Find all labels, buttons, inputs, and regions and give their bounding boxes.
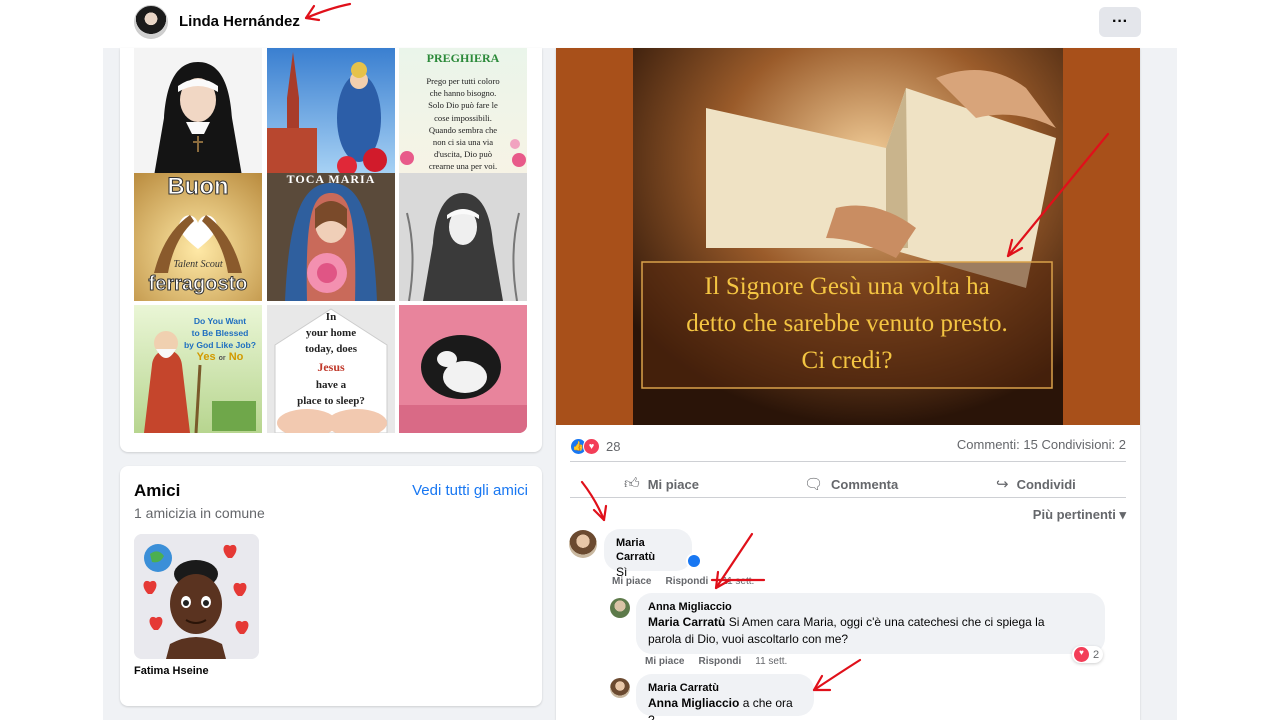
reply-timestamp[interactable]: 11 sett.	[755, 656, 787, 667]
flower-decoration-icon	[400, 139, 526, 167]
sleeping-puppy-image	[399, 305, 527, 433]
reaction-count: 28	[606, 438, 621, 454]
actions-divider-bottom	[570, 497, 1126, 498]
comment-timestamp[interactable]: 11 sett.	[722, 576, 754, 587]
reply-meta: Mi piace Rispondi 11 sett.	[645, 656, 787, 667]
avatar-hearts-image	[134, 534, 259, 659]
reply-author[interactable]: Anna Migliaccio	[648, 600, 1093, 614]
profile-name[interactable]: Linda Hernández	[179, 13, 300, 30]
post-image[interactable]: Il Signore Gesù una volta ha detto che s…	[556, 48, 1140, 425]
ferragosto-bottom-text: ferragosto	[148, 273, 248, 296]
share-icon: ↪	[996, 476, 1009, 493]
jesus-home-text: In your home today, does Jesus have a pl…	[297, 311, 365, 407]
reply-text: Maria Carratù Si Amen cara Maria, oggi c…	[648, 615, 1045, 629]
reply-like-link[interactable]: Mi piace	[645, 656, 684, 667]
photo-tile-ferragosto[interactable]: Buon Talent Scout ferragosto	[134, 173, 262, 301]
love-reaction-icon: ♥	[1074, 647, 1089, 662]
profile-avatar[interactable]	[134, 5, 168, 39]
comment-icon: 🗨︎	[804, 476, 824, 493]
comment-button[interactable]: 🗨︎ Commenta	[804, 472, 898, 496]
comment-bubble: Maria Carratù Sì	[604, 529, 692, 579]
comment-avatar[interactable]	[569, 530, 597, 558]
ferragosto-script-text: Talent Scout	[173, 259, 223, 270]
comment-author[interactable]: Maria Carratù	[616, 536, 680, 564]
photo-tile-nun[interactable]	[134, 48, 262, 176]
photo-tile-nun-sketch[interactable]	[399, 173, 527, 301]
reply-avatar-2[interactable]	[610, 678, 630, 698]
reply-text-2: Anna Migliaccio a che ora ?	[648, 696, 793, 720]
photo-tile-preghiera[interactable]: PREGHIERA Prego per tutti coloro che han…	[399, 48, 527, 176]
reply-bubble: Anna Migliaccio Maria Carratù Si Amen ca…	[636, 593, 1105, 654]
profile-header-bar: Linda Hernández ···	[0, 0, 1280, 48]
friends-card: Amici Vedi tutti gli amici 1 amicizia in…	[120, 466, 542, 706]
comment-like-reaction-icon	[686, 553, 702, 569]
nun-sketch-image	[399, 173, 527, 301]
post-image-caption: Il Signore Gesù una volta ha detto che s…	[686, 273, 1008, 374]
friend-avatar[interactable]	[134, 534, 259, 659]
thumbs-up-icon: 👍︎	[624, 475, 640, 492]
comments-shares-count[interactable]: Commenti: 15 Condivisioni: 2	[957, 437, 1126, 452]
comment-meta: Mi piace Rispondi 11 sett.	[612, 576, 754, 587]
like-button[interactable]: 👍︎ Mi piace	[624, 472, 699, 496]
photo-tile-job[interactable]: Do You Want to Be Blessed by God Like Jo…	[134, 305, 262, 433]
mutual-friends-count: 1 amicizia in comune	[134, 505, 265, 521]
reply-avatar[interactable]	[610, 598, 630, 618]
love-reaction-icon: ♥	[583, 437, 600, 455]
photos-card: PREGHIERA Prego per tutti coloro che han…	[120, 48, 542, 452]
toca-maria-title: TOCA MARIA	[286, 173, 376, 186]
reply-reactions[interactable]: ♥ 2	[1072, 646, 1104, 663]
more-options-button[interactable]: ···	[1099, 7, 1141, 37]
facebook-profile-page: Linda Hernández ··· PREGHIERA Prego per …	[0, 0, 1280, 720]
share-button[interactable]: ↪ Condividi	[996, 472, 1076, 496]
post-card: Il Signore Gesù una volta ha detto che s…	[556, 48, 1140, 720]
photo-tile-jesus-home[interactable]: In your home today, does Jesus have a pl…	[267, 305, 395, 433]
photo-tile-toca-maria[interactable]: TOCA MARIA	[267, 173, 395, 301]
reply-text-line2: parola di Dio, vuoi ascoltarlo con me?	[648, 632, 849, 646]
see-all-friends-link[interactable]: Vedi tutti gli amici	[412, 482, 528, 499]
photo-tile-puppy[interactable]	[399, 305, 527, 433]
photo-tile-church[interactable]	[267, 48, 395, 176]
friend-name[interactable]: Fatima Hseine	[134, 665, 209, 677]
nun-portrait-image	[134, 48, 262, 176]
reaction-summary[interactable]: 👍 ♥ 28	[570, 436, 620, 456]
comment-like-link[interactable]: Mi piace	[612, 576, 651, 587]
comment-reply-link[interactable]: Rispondi	[665, 576, 708, 587]
church-madonna-image	[267, 48, 395, 176]
virgin-mary-rose-image	[267, 173, 395, 301]
actions-divider-top	[570, 461, 1126, 462]
reply-author-2[interactable]: Maria Carratù	[648, 681, 802, 695]
friends-title: Amici	[134, 481, 181, 500]
reply-reply-link[interactable]: Rispondi	[698, 656, 741, 667]
comment-sort-dropdown[interactable]: Più pertinenti ▾	[1033, 507, 1126, 523]
chevron-down-icon: ▾	[1119, 507, 1126, 522]
reply-bubble-2: Maria Carratù Anna Migliaccio a che ora …	[636, 674, 814, 720]
job-question-text: Do You Want to Be Blessed by God Like Jo…	[183, 316, 257, 363]
